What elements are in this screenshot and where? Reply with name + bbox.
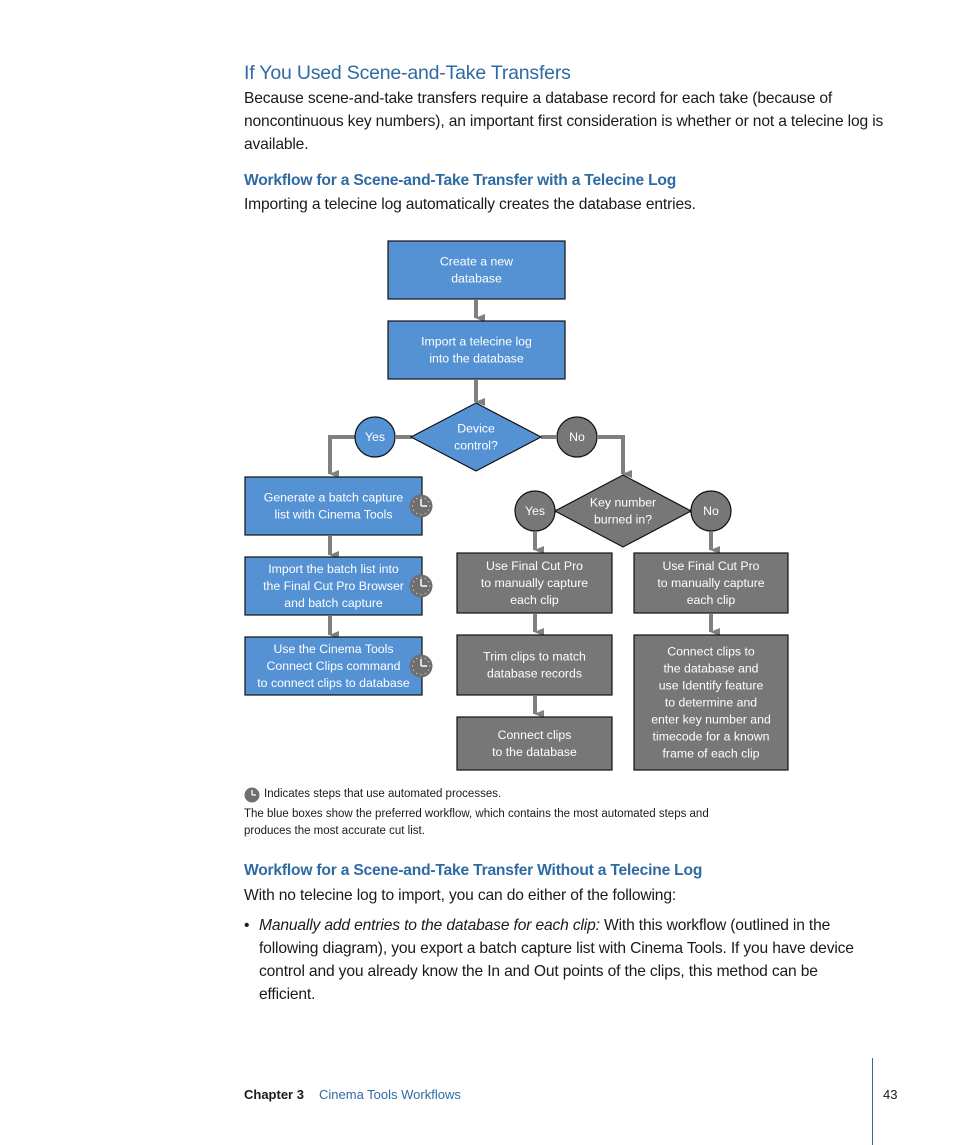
node-label-line: Device xyxy=(457,422,495,436)
page-number: 43 xyxy=(883,1087,898,1102)
bullet-lead: Manually add entries to the database for… xyxy=(259,917,600,934)
node-label-line: each clip xyxy=(510,593,559,607)
node-connect-identify: Connect clips to the database and use Iden… xyxy=(633,634,789,771)
branch-yes-key: Yes xyxy=(514,490,556,532)
subsection-title-without-log: Workflow for a Scene-and-Take Transfer W… xyxy=(244,862,703,879)
node-trim-clips: Trim clips to match database records xyxy=(456,634,613,696)
node-label-line: Use Final Cut Pro xyxy=(662,559,759,573)
node-label-line: Use the Cinema Tools xyxy=(273,642,393,656)
node-label-line: and batch capture xyxy=(284,596,383,610)
clock-icon xyxy=(409,654,433,678)
node-label-line: Use Final Cut Pro xyxy=(486,559,583,573)
node-import-batch-list: Import the batch list into the Final Cut … xyxy=(244,556,423,616)
branch-yes-key-label: Yes xyxy=(525,504,545,518)
node-fcp-manual-capture-b: Use Final Cut Pro to manually capture each… xyxy=(633,552,789,614)
decision-device-control-shape xyxy=(409,402,543,472)
branch-no-device: No xyxy=(556,416,598,458)
node-label-line: the Final Cut Pro Browser xyxy=(263,579,404,593)
node-label-line: each clip xyxy=(687,593,736,607)
connector-yes1-to-generate xyxy=(328,435,355,478)
node-label-line: Generate a batch capture xyxy=(264,491,404,505)
caption-line-1: The blue boxes show the preferred workfl… xyxy=(244,808,709,820)
node-label-line: enter key number and xyxy=(651,713,771,727)
connector-no1-to-keynumber xyxy=(598,435,632,478)
node-label-line: list with Cinema Tools xyxy=(274,508,392,522)
node-label-line: database records xyxy=(487,667,582,681)
node-label-line: control? xyxy=(454,439,498,453)
node-label-line: Key number xyxy=(590,496,656,510)
node-label-line: to connect clips to database xyxy=(257,676,410,690)
bullet-dot: • xyxy=(244,917,250,934)
caption-line-2: produces the most accurate cut list. xyxy=(244,825,425,837)
node-label-line: Import a telecine log xyxy=(421,335,532,349)
node-generate-batch-list-shape xyxy=(244,476,423,536)
node-connect-to-database: Connect clips to the database xyxy=(456,716,613,771)
node-create-database-shape xyxy=(387,240,566,300)
node-label-line: Connect clips xyxy=(498,728,572,742)
node-label-line: database xyxy=(451,272,502,286)
decision-key-number-shape xyxy=(553,474,693,548)
node-import-telecine-log-shape xyxy=(387,320,566,380)
node-label-line: to determine and xyxy=(665,696,757,710)
node-trim-clips-shape xyxy=(456,634,613,696)
node-label-line: into the database xyxy=(429,352,524,366)
clock-icon xyxy=(409,494,433,518)
node-label-line: to manually capture xyxy=(657,576,764,590)
subsection-intro-without-log: With no telecine log to import, you can … xyxy=(244,887,677,904)
node-create-database: Create a new database xyxy=(387,240,566,300)
legend-text: Indicates steps that use automated proce… xyxy=(264,788,502,800)
branch-no-key-label: No xyxy=(703,504,719,518)
workflow-diagram: Create a new database Import a telecine lo… xyxy=(244,240,789,771)
node-label-line: Create a new xyxy=(440,255,513,269)
node-connect-clips-command: Use the Cinema Tools Connect Clips comman… xyxy=(244,636,423,696)
bullet-body: Manually add entries to the database for… xyxy=(259,914,874,1006)
branch-no-key: No xyxy=(690,490,732,532)
node-connect-to-database-shape xyxy=(456,716,613,771)
node-label-line: Trim clips to match xyxy=(483,650,586,664)
node-import-telecine-log: Import a telecine log into the database xyxy=(387,320,566,380)
node-fcp-manual-capture-a: Use Final Cut Pro to manually capture each… xyxy=(456,552,613,614)
node-label-line: use Identify feature xyxy=(659,679,764,693)
node-generate-batch-list: Generate a batch capture list with Cinema… xyxy=(244,476,423,536)
footer-chapter-title[interactable]: Cinema Tools Workflows xyxy=(319,1087,461,1102)
footer-chapter: Chapter 3 xyxy=(244,1087,304,1102)
node-label-line: to the database xyxy=(492,745,577,759)
branch-yes-device-label: Yes xyxy=(365,430,385,444)
clock-icon xyxy=(244,787,260,803)
node-label-line: Connect clips to xyxy=(667,645,755,659)
footer-divider xyxy=(872,1058,873,1145)
branch-no-device-label: No xyxy=(569,430,585,444)
node-label-line: frame of each clip xyxy=(662,747,759,761)
node-label-line: burned in? xyxy=(594,513,652,527)
node-label-line: the database and xyxy=(663,662,758,676)
clock-icon xyxy=(409,574,433,598)
node-label-line: Connect Clips command xyxy=(267,659,401,673)
decision-key-number: Key number burned in? xyxy=(553,474,693,548)
node-label-line: timecode for a known xyxy=(653,730,770,744)
decision-device-control: Device control? xyxy=(409,402,543,472)
node-label-line: to manually capture xyxy=(481,576,588,590)
node-label-line: Import the batch list into xyxy=(268,562,399,576)
branch-yes-device: Yes xyxy=(354,416,396,458)
